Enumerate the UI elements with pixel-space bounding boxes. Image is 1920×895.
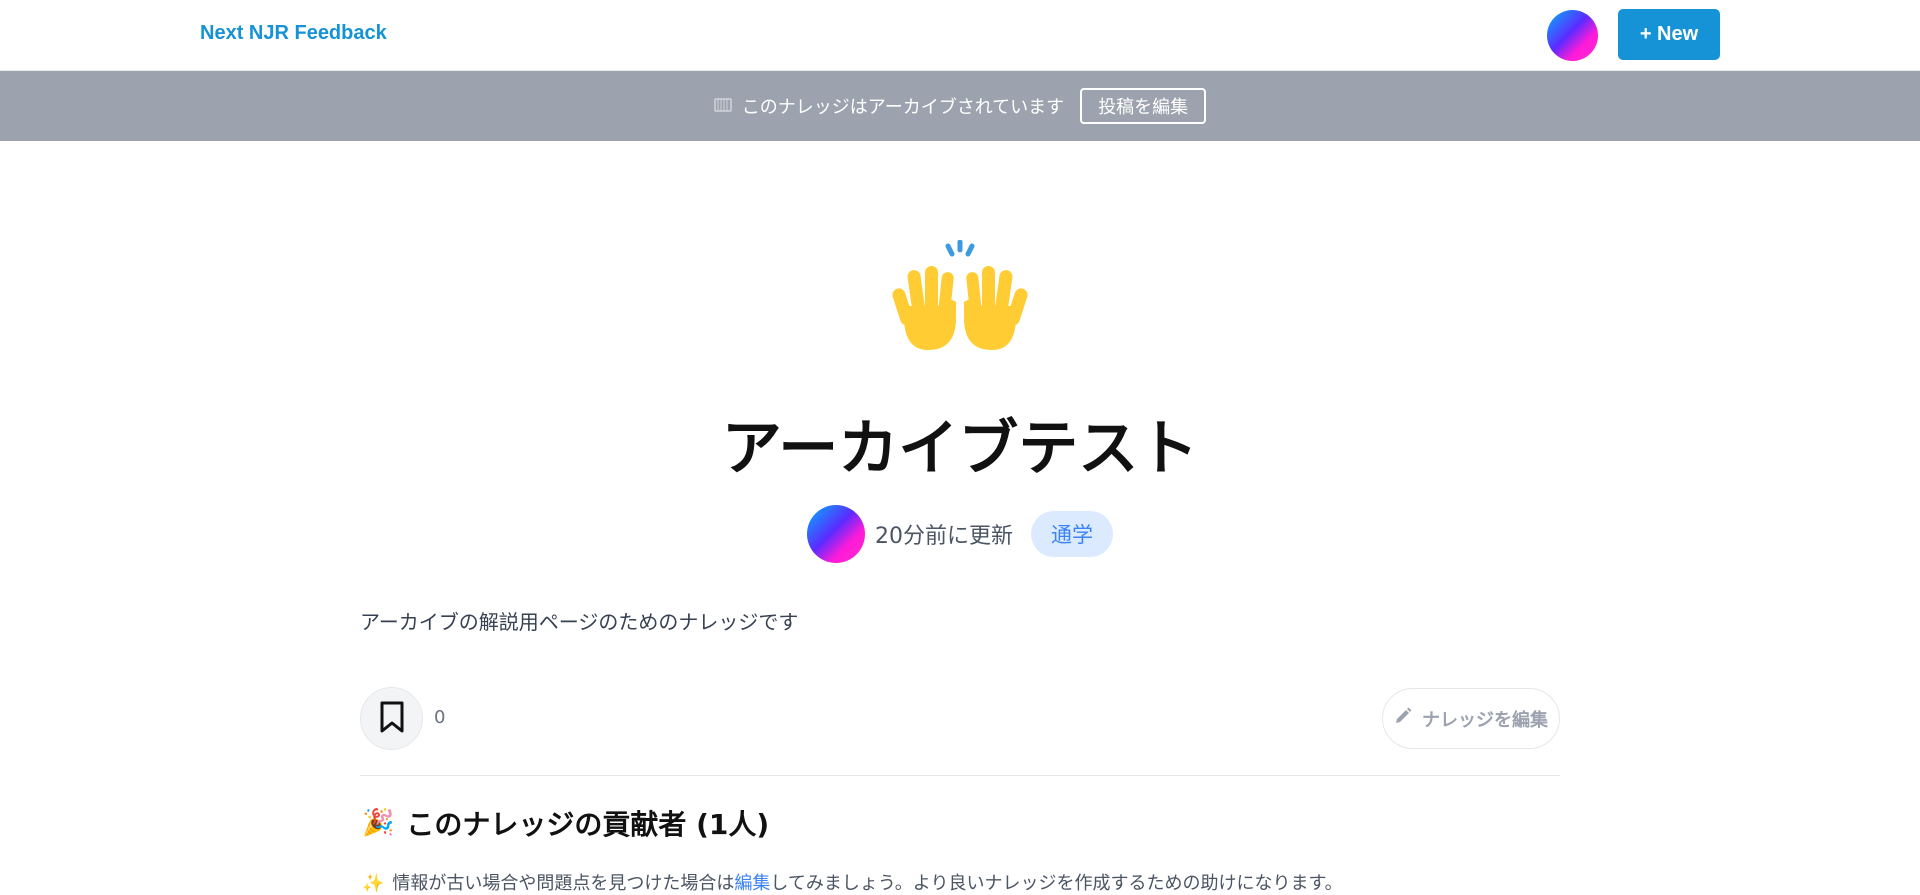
edit-link[interactable]: 編集 (734, 873, 770, 894)
bookmark-count: 0 (434, 707, 446, 728)
archive-banner: このナレッジはアーカイブされています 投稿を編集 (0, 71, 1920, 141)
sparkles-icon: ✨ (362, 873, 385, 894)
page-title: アーカイブテスト (721, 414, 1199, 484)
contributors-heading: 🎉 このナレッジの貢献者 (1人) (362, 803, 769, 843)
archive-banner-text: このナレッジはアーカイブされています (741, 97, 1065, 118)
party-popper-icon: 🎉 (362, 808, 395, 838)
updated-time: 20分前に更新 (875, 524, 1013, 549)
brand-link[interactable]: Next NJR Feedback (200, 22, 387, 45)
note-before: 情報が古い場合や問題点を見つけた場合は (392, 873, 735, 894)
section-divider (360, 775, 1560, 776)
contributors-note: ✨ 情報が古い場合や問題点を見つけた場合は編集してみましょう。より良いナレッジを作… (362, 869, 1343, 895)
top-header: Next NJR Feedback + New (0, 0, 1920, 71)
note-after: してみましょう。より良いナレッジを作成するための助けになります。 (770, 873, 1343, 894)
bookmark-icon (379, 700, 405, 737)
archive-box-icon (714, 97, 732, 116)
edit-knowledge-label: ナレッジを編集 (1422, 709, 1548, 730)
bookmark-button[interactable] (360, 687, 423, 750)
knowledge-description: アーカイブの解説用ページのためのナレッジです (360, 610, 799, 634)
new-post-button[interactable]: + New (1618, 9, 1720, 60)
post-meta: 20分前に更新 通学 (0, 505, 1920, 563)
edit-post-button[interactable]: 投稿を編集 (1080, 88, 1207, 124)
user-avatar[interactable] (1547, 10, 1598, 61)
edit-knowledge-button[interactable]: ナレッジを編集 (1382, 688, 1560, 749)
contributors-title: このナレッジの貢献者 (1人) (406, 808, 770, 841)
pencil-icon (1394, 707, 1412, 730)
author-avatar[interactable] (807, 505, 865, 563)
raising-hands-icon (890, 239, 1030, 360)
category-tag[interactable]: 通学 (1031, 511, 1113, 557)
